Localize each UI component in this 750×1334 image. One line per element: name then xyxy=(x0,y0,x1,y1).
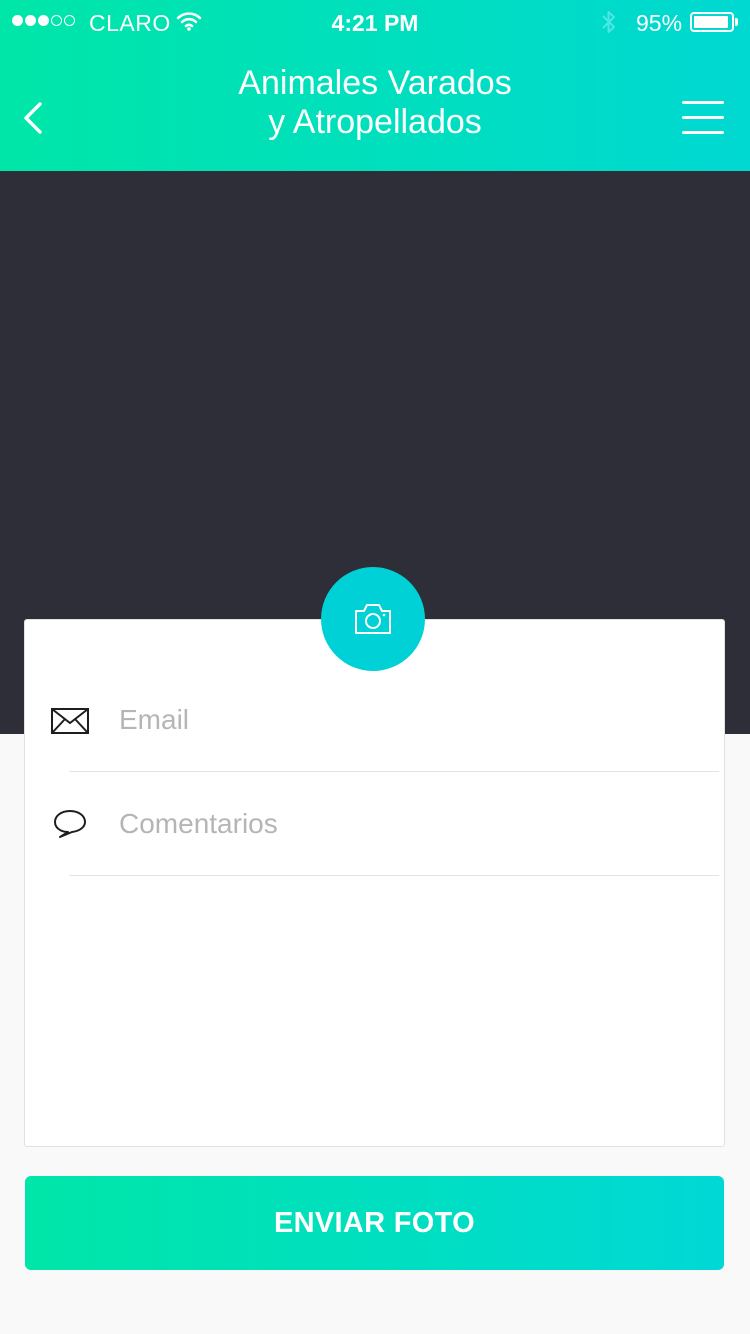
email-divider xyxy=(69,771,719,772)
page-title-line2: y Atropellados xyxy=(268,103,482,141)
comments-divider xyxy=(69,875,719,876)
form-card xyxy=(24,619,725,1147)
menu-button[interactable] xyxy=(682,101,726,135)
comments-field[interactable] xyxy=(119,804,709,844)
menu-line xyxy=(682,116,724,119)
speech-bubble-icon xyxy=(53,809,87,844)
back-button[interactable] xyxy=(18,98,54,142)
page-title-line1: Animales Varados xyxy=(238,64,512,102)
status-bar: CLARO 4:21 PM 95% xyxy=(0,0,750,44)
camera-icon xyxy=(355,604,391,634)
send-photo-button[interactable]: ENVIAR FOTO xyxy=(25,1176,724,1270)
bluetooth-icon xyxy=(600,9,618,41)
battery-level-fill xyxy=(694,16,729,28)
chevron-left-icon xyxy=(24,102,42,134)
battery-icon xyxy=(690,12,734,32)
envelope-icon xyxy=(51,708,89,739)
menu-line xyxy=(682,131,724,134)
battery-percentage: 95% xyxy=(636,10,683,36)
menu-line xyxy=(682,101,724,104)
camera-button[interactable] xyxy=(321,567,425,671)
page-title: Animales Varados y Atropellados xyxy=(150,64,600,142)
app-header: CLARO 4:21 PM 95% Animales Varados y Atr… xyxy=(0,0,750,171)
email-field[interactable] xyxy=(119,700,709,740)
battery-tip xyxy=(735,18,738,26)
